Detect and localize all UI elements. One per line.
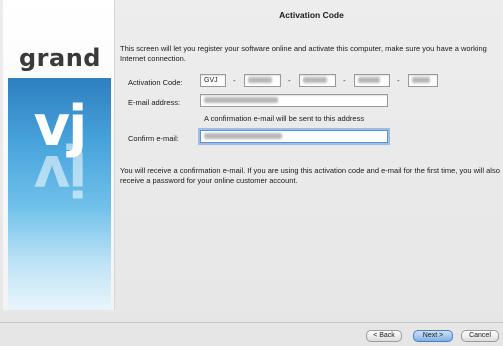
activation-code-separator: - xyxy=(343,76,346,85)
activation-code-segment-5[interactable] xyxy=(408,74,438,87)
activation-code-segment-4[interactable] xyxy=(354,74,390,87)
back-button[interactable]: < Back xyxy=(366,330,402,342)
activation-code-segment-1[interactable]: GVJ xyxy=(200,74,226,87)
activation-code-segment-2[interactable] xyxy=(244,74,281,87)
activation-code-segment-3[interactable] xyxy=(299,74,336,87)
brand-glyph-reflection: vj xyxy=(33,142,86,207)
intro-text: This screen will let you register your s… xyxy=(120,44,487,63)
activation-code-prefix: GVJ xyxy=(204,77,218,84)
activation-code-separator: - xyxy=(288,76,291,85)
next-button[interactable]: Next > xyxy=(413,330,453,342)
content-area: Activation Code This screen will let you… xyxy=(120,0,503,310)
activation-code-separator: - xyxy=(233,76,236,85)
redacted-value xyxy=(204,133,282,140)
redacted-value xyxy=(412,77,430,84)
email-address-field[interactable] xyxy=(200,94,388,107)
brand-wordmark: grand xyxy=(19,44,101,72)
confirm-email-field[interactable] xyxy=(200,130,388,143)
activation-code-separator: - xyxy=(397,76,400,85)
activation-code-label: Activation Code: xyxy=(128,78,183,87)
brand-panel: grand vj vj xyxy=(3,0,115,310)
confirmation-note: A confirmation e-mail will be sent to th… xyxy=(204,114,365,123)
cancel-button[interactable]: Cancel xyxy=(461,330,499,342)
redacted-value xyxy=(204,97,278,104)
redacted-value xyxy=(358,77,380,84)
activation-window: grand vj vj Activation Code This screen … xyxy=(0,0,503,346)
grandvj-logo-icon: vj vj xyxy=(8,78,111,310)
footer-info-text: You will receive a confirmation e-mail. … xyxy=(120,166,500,185)
email-address-label: E-mail address: xyxy=(128,98,181,107)
redacted-value xyxy=(248,77,272,84)
redacted-value xyxy=(303,77,327,84)
footer-divider xyxy=(0,322,503,323)
confirm-email-label: Confirm e-mail: xyxy=(128,134,179,143)
page-title: Activation Code xyxy=(279,10,344,20)
